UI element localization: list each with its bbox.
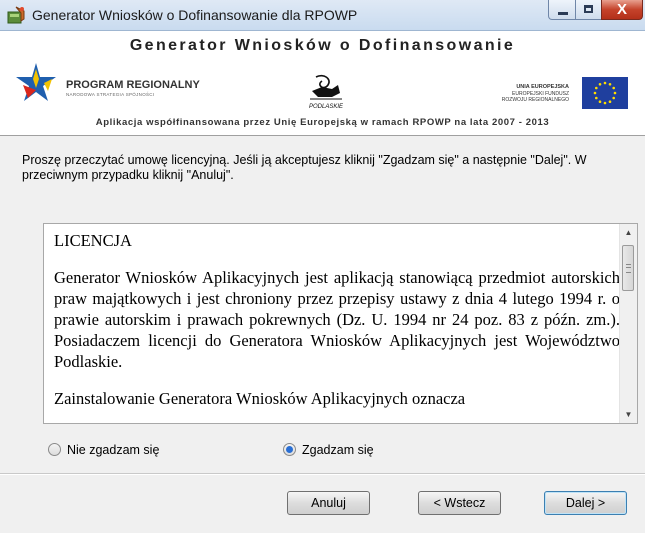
close-button[interactable]: X [601,0,643,20]
license-scrollbar[interactable]: ▲ ▼ [619,224,637,423]
footer-divider [0,473,645,475]
license-paragraph-1: Generator Wniosków Aplikacyjnych jest ap… [54,268,620,371]
program-star-logo [16,63,56,101]
installer-window: Generator Wniosków o Dofinansowanie dla … [0,0,645,533]
license-textbox[interactable]: LICENCJA Generator Wniosków Aplikacyjnyc… [43,223,638,424]
eu-line-2: EUROPEJSKI FUNDUSZ [512,90,569,97]
scroll-down-arrow-icon[interactable]: ▼ [620,406,637,423]
maximize-icon [584,5,593,13]
title-bar[interactable]: Generator Wniosków o Dofinansowanie dla … [0,0,645,31]
maximize-button[interactable] [575,0,602,20]
podlasie-label: PODLASKIE [309,104,344,110]
radio-disagree-circle[interactable] [48,443,61,456]
radio-disagree[interactable]: Nie zgadzam się [48,443,159,457]
podlasie-logo: PODLASKIE [309,74,344,110]
instruction-text: Proszę przeczytać umowę licencyjną. Jeśl… [22,153,587,182]
license-paragraph-2: Zainstalowanie Generatora Wniosków Aplik… [54,389,466,408]
radio-disagree-label: Nie zgadzam się [67,443,160,457]
radio-agree-circle[interactable] [283,443,296,456]
banner-title: Generator Wniosków o Dofinansowanie [129,37,516,54]
eu-flag-icon [582,77,628,109]
eu-line-1: UNIA EUROPEJSKA [516,84,569,90]
back-button[interactable]: < Wstecz [418,491,501,515]
thumb-grip-icon [626,264,631,273]
next-button[interactable]: Dalej > [544,491,627,515]
radio-agree-label: Zgadzam się [302,443,374,457]
license-heading: LICENCJA [54,231,132,250]
eu-line-3: ROZWOJU REGIONALNEGO [501,97,569,103]
close-icon: X [616,1,627,18]
cofinancing-note: Aplikacja współfinansowana przez Unię Eu… [95,117,550,128]
header-banner: Generator Wniosków o Dofinansowanie PROG… [0,31,645,136]
program-name: PROGRAM REGIONALNY [66,79,200,91]
license-content: LICENCJA Generator Wniosków Aplikacyjnyc… [54,230,620,409]
program-subtitle: NARODOWA STRATEGIA SPÓJNOŚCI [66,92,155,97]
minimize-button[interactable] [548,0,576,20]
scroll-up-arrow-icon[interactable]: ▲ [620,224,637,241]
window-title: Generator Wniosków o Dofinansowanie dla … [32,7,358,23]
minimize-icon [558,12,568,15]
scroll-thumb[interactable] [622,245,634,291]
eu-fund-text: UNIA EUROPEJSKA EUROPEJSKI FUNDUSZ ROZWO… [502,84,569,104]
installer-box-icon [7,6,25,24]
cancel-button[interactable]: Anuluj [287,491,370,515]
radio-agree[interactable]: Zgadzam się [283,443,374,457]
